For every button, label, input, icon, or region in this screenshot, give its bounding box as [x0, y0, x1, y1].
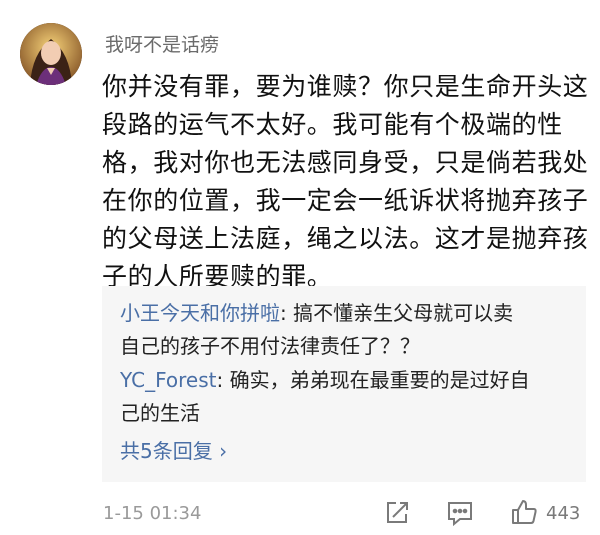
reply-separator: : [280, 301, 294, 325]
reply-line: YC_Forest: 确实，弟弟现在最重要的是过好自 [120, 364, 570, 397]
comment-line: 段路的运气不太好。我可能有个极端的性 [102, 110, 563, 139]
comment-line: 你并没有罪，要为谁赎？你只是生命开头这 [102, 72, 589, 101]
comment-username[interactable]: 我呀不是话痨 [105, 30, 219, 57]
comment-line: 的父母送上法庭，绳之以法。这才是抛弃孩 [102, 224, 589, 253]
reply-text: 确实，弟弟现在最重要的是过好自 [229, 368, 530, 392]
comment-icon[interactable] [446, 500, 474, 527]
comment-line: 在你的位置，我一定会一纸诉状将抛弃孩子 [102, 186, 589, 215]
like-count: 443 [546, 503, 581, 524]
reply-author[interactable]: YC_Forest [120, 368, 216, 392]
reply-line: 小王今天和你拼啦: 搞不懂亲生父母就可以卖 [120, 297, 570, 330]
reply-text: 自己的孩子不用付法律责任了？？ [120, 334, 420, 358]
reply-item[interactable]: 小王今天和你拼啦: 搞不懂亲生父母就可以卖 自己的孩子不用付法律责任了？？ [120, 297, 570, 363]
comment-text: 你并没有罪，要为谁赎？你只是生命开头这 段路的运气不太好。我可能有个极端的性 格… [102, 68, 590, 296]
reply-separator: : [216, 368, 230, 392]
share-icon[interactable] [384, 500, 410, 526]
avatar-image [20, 23, 82, 85]
more-replies-link[interactable]: 共5条回复 › [120, 435, 227, 464]
avatar[interactable] [20, 23, 82, 85]
reply-item[interactable]: YC_Forest: 确实，弟弟现在最重要的是过好自 己的生活 [120, 364, 570, 430]
reply-text: 己的生活 [120, 401, 200, 425]
thumbs-up-icon[interactable] [510, 498, 538, 526]
comment-time: 1-15 01:34 [103, 503, 202, 524]
comment-line: 格，我对你也无法感同身受，只是倘若我处 [102, 148, 589, 177]
reply-text: 搞不懂亲生父母就可以卖 [293, 301, 514, 325]
reply-author[interactable]: 小王今天和你拼啦 [120, 301, 280, 325]
replies-panel: 小王今天和你拼啦: 搞不懂亲生父母就可以卖 自己的孩子不用付法律责任了？？ YC… [102, 286, 586, 482]
